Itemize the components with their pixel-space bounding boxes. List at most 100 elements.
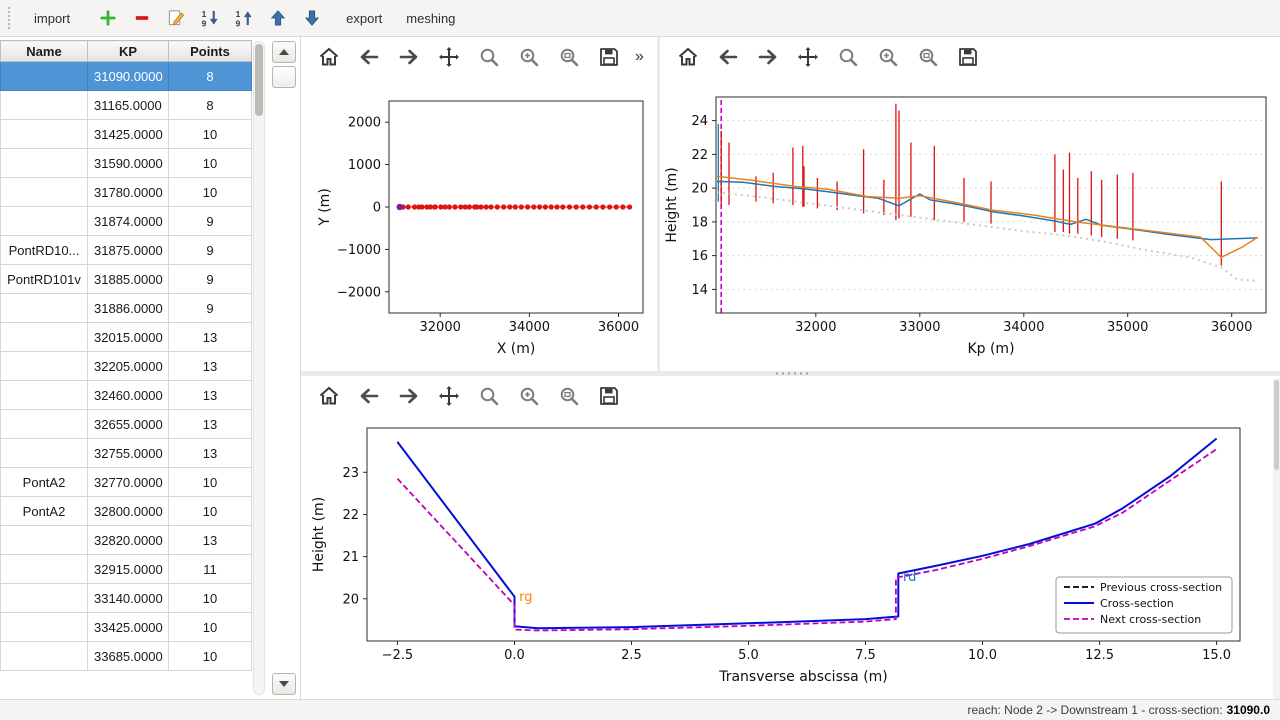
cell-name[interactable]: [1, 294, 88, 323]
export-button[interactable]: export: [338, 6, 390, 31]
table-scrollbar-thumb[interactable]: [255, 44, 263, 116]
table-row[interactable]: 31165.00008: [1, 91, 252, 120]
cell-kp[interactable]: 31874.0000: [88, 207, 169, 236]
zoom-button[interactable]: [473, 41, 505, 73]
cell-kp[interactable]: 31780.0000: [88, 178, 169, 207]
meshing-button[interactable]: meshing: [398, 6, 463, 31]
cell-kp[interactable]: 32460.0000: [88, 381, 169, 410]
cell-name[interactable]: PontRD10...: [1, 236, 88, 265]
table-row[interactable]: 32755.000013: [1, 439, 252, 468]
column-header-kp[interactable]: KP: [88, 41, 169, 62]
save-button[interactable]: [593, 41, 625, 73]
cell-pts[interactable]: 9: [169, 207, 252, 236]
cell-pts[interactable]: 8: [169, 62, 252, 91]
cell-name[interactable]: [1, 642, 88, 671]
zoom-in-button[interactable]: [513, 380, 545, 412]
cell-kp[interactable]: 32820.0000: [88, 526, 169, 555]
cell-name[interactable]: [1, 178, 88, 207]
cell-name[interactable]: [1, 149, 88, 178]
move-down-button[interactable]: [297, 3, 327, 33]
right-scrollbar[interactable]: [1273, 378, 1280, 699]
zoom-rect-button[interactable]: [912, 41, 944, 73]
move-up-button[interactable]: [263, 3, 293, 33]
zoom-rect-button[interactable]: [553, 380, 585, 412]
table-row[interactable]: 33425.000010: [1, 613, 252, 642]
home-button[interactable]: [313, 380, 345, 412]
zoom-button[interactable]: [473, 380, 505, 412]
plan-chart[interactable]: 320003400036000−2000−1000010002000X (m)Y…: [301, 77, 657, 371]
cell-kp[interactable]: 31425.0000: [88, 120, 169, 149]
cell-pts[interactable]: 10: [169, 178, 252, 207]
table-row[interactable]: 32820.000013: [1, 526, 252, 555]
cell-pts[interactable]: 10: [169, 584, 252, 613]
cell-pts[interactable]: 8: [169, 91, 252, 120]
table-row[interactable]: 32655.000013: [1, 410, 252, 439]
edit-button[interactable]: [161, 3, 191, 33]
column-header-points[interactable]: Points: [169, 41, 252, 62]
column-header-name[interactable]: Name: [1, 41, 88, 62]
import-button[interactable]: import: [26, 6, 78, 31]
cell-name[interactable]: [1, 381, 88, 410]
cell-pts[interactable]: 10: [169, 468, 252, 497]
cell-name[interactable]: [1, 613, 88, 642]
cell-name[interactable]: [1, 207, 88, 236]
profile-chart[interactable]: 3200033000340003500036000141618202224Kp …: [660, 77, 1280, 371]
cell-name[interactable]: PontRD101v: [1, 265, 88, 294]
cell-kp[interactable]: 32800.0000: [88, 497, 169, 526]
horizontal-splitter[interactable]: [301, 371, 1280, 376]
cell-pts[interactable]: 10: [169, 149, 252, 178]
cell-kp[interactable]: 32205.0000: [88, 352, 169, 381]
zoom-rect-button[interactable]: [553, 41, 585, 73]
forward-button[interactable]: [393, 41, 425, 73]
table-row[interactable]: 31590.000010: [1, 149, 252, 178]
cell-kp[interactable]: 31875.0000: [88, 236, 169, 265]
cell-name[interactable]: [1, 62, 88, 91]
cell-name[interactable]: [1, 526, 88, 555]
back-button[interactable]: [353, 380, 385, 412]
cell-pts[interactable]: 11: [169, 555, 252, 584]
back-button[interactable]: [353, 41, 385, 73]
zoom-in-button[interactable]: [513, 41, 545, 73]
home-button[interactable]: [672, 41, 704, 73]
cell-name[interactable]: [1, 555, 88, 584]
zoom-button[interactable]: [832, 41, 864, 73]
table-row[interactable]: 33140.000010: [1, 584, 252, 613]
table-row[interactable]: PontA232800.000010: [1, 497, 252, 526]
table-row[interactable]: 31886.00009: [1, 294, 252, 323]
table-row[interactable]: 33685.000010: [1, 642, 252, 671]
save-button[interactable]: [952, 41, 984, 73]
cell-pts[interactable]: 9: [169, 294, 252, 323]
cell-kp[interactable]: 32015.0000: [88, 323, 169, 352]
toolbar-grip[interactable]: [8, 7, 14, 29]
add-button[interactable]: [93, 3, 123, 33]
pan-button[interactable]: [433, 380, 465, 412]
cell-name[interactable]: [1, 323, 88, 352]
cell-kp[interactable]: 33685.0000: [88, 642, 169, 671]
cell-pts[interactable]: 13: [169, 323, 252, 352]
table-row[interactable]: 32205.000013: [1, 352, 252, 381]
remove-button[interactable]: [127, 3, 157, 33]
cell-kp[interactable]: 31165.0000: [88, 91, 169, 120]
right-scrollbar-thumb[interactable]: [1274, 380, 1279, 470]
cell-pts[interactable]: 13: [169, 410, 252, 439]
cell-pts[interactable]: 13: [169, 526, 252, 555]
sort-descending-button[interactable]: 19: [195, 3, 225, 33]
scroll-down-button[interactable]: [272, 673, 296, 695]
pan-button[interactable]: [433, 41, 465, 73]
cell-pts[interactable]: 10: [169, 642, 252, 671]
forward-button[interactable]: [752, 41, 784, 73]
cross-section-chart[interactable]: −2.50.02.55.07.510.012.515.020212223Tran…: [301, 416, 1280, 699]
table-row[interactable]: 32015.000013: [1, 323, 252, 352]
forward-button[interactable]: [393, 380, 425, 412]
toolbar-overflow-chevron[interactable]: »: [635, 48, 644, 66]
cell-kp[interactable]: 32915.0000: [88, 555, 169, 584]
cell-kp[interactable]: 31090.0000: [88, 62, 169, 91]
table-row[interactable]: 32460.000013: [1, 381, 252, 410]
zoom-in-button[interactable]: [872, 41, 904, 73]
scroll-up-button[interactable]: [272, 41, 296, 63]
panel-scrollbar-thumb[interactable]: [272, 66, 296, 88]
cell-pts[interactable]: 9: [169, 265, 252, 294]
table-row[interactable]: 31425.000010: [1, 120, 252, 149]
cell-kp[interactable]: 31886.0000: [88, 294, 169, 323]
cell-pts[interactable]: 10: [169, 497, 252, 526]
